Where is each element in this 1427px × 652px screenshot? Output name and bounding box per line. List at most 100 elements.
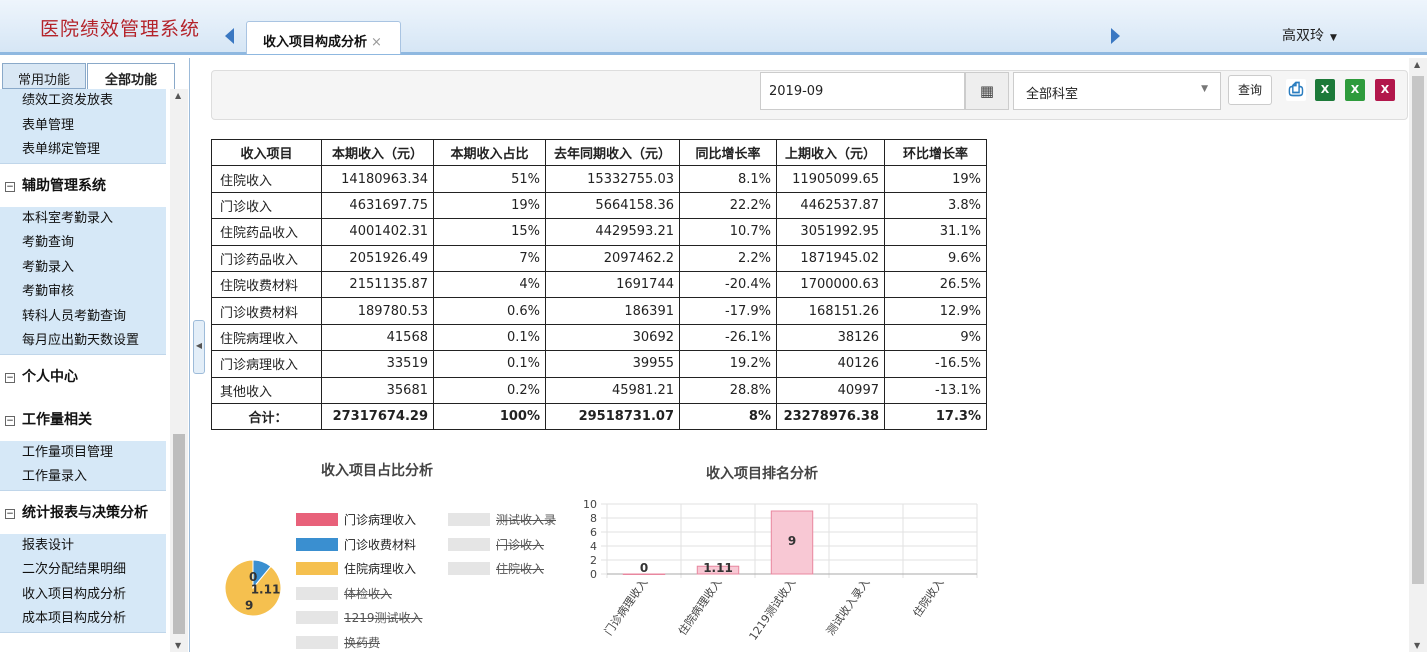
calendar-icon[interactable]: ▦	[965, 72, 1009, 110]
column-header: 环比增长率	[884, 138, 987, 167]
legend-swatch	[448, 562, 490, 575]
table-cell: 0.1%	[433, 323, 546, 352]
sidebar-scrollbar[interactable]: ▲ ▼	[170, 89, 188, 652]
table-cell: 1691744	[545, 270, 680, 299]
collapse-toggle-icon[interactable]: −	[5, 181, 15, 192]
sidebar-group-title[interactable]: − 辅助管理系统	[0, 163, 166, 207]
collapse-toggle-icon[interactable]: −	[5, 372, 15, 383]
sidebar-group-title[interactable]: − 工作量相关	[0, 397, 166, 441]
table-cell: 0.6%	[433, 297, 546, 325]
y-tick-label: 6	[590, 526, 597, 539]
table-cell: 8.1%	[679, 165, 777, 193]
x-tick-label: 1219测试收入	[746, 576, 799, 643]
user-menu[interactable]: 高双玲 ▼	[1282, 25, 1337, 45]
sidebar-item[interactable]: 本科室考勤录入	[0, 207, 166, 232]
sidebar-item[interactable]: 报表设计	[0, 534, 166, 559]
department-select[interactable]: 全部科室 ▼	[1013, 72, 1221, 110]
legend-label: 门诊收入	[496, 537, 545, 552]
sidebar-item[interactable]: 表单管理	[0, 114, 166, 139]
sidebar-item[interactable]: 工作量项目管理	[0, 441, 166, 466]
legend-swatch	[296, 635, 338, 649]
column-header: 同比增长率	[679, 138, 777, 167]
legend-swatch	[296, 586, 338, 600]
legend-item[interactable]: 1219测试收入	[296, 609, 423, 625]
sidebar-group-title[interactable]: − 个人中心	[0, 354, 166, 398]
scrollbar-thumb[interactable]	[173, 434, 185, 634]
scroll-down-icon[interactable]: ▼	[175, 641, 181, 650]
legend-item[interactable]: 换药费	[296, 634, 380, 650]
query-button[interactable]: 查询	[1228, 75, 1272, 105]
sidebar-group-label: 工作量相关	[22, 411, 92, 428]
legend-item[interactable]: 门诊病理收入	[296, 511, 416, 527]
table-cell: 30692	[545, 323, 680, 352]
filter-toolbar: ▦ 全部科室 ▼ 查询 ⎙ X X X	[211, 70, 1408, 120]
legend-swatch	[448, 513, 490, 526]
sidebar-item[interactable]: 绩效工资发放表	[0, 89, 166, 114]
sidebar-group-items: 工作量项目管理 工作量录入	[0, 440, 166, 491]
tab-all-functions[interactable]: 全部功能	[87, 63, 175, 89]
legend-label: 门诊病理收入	[344, 513, 417, 527]
user-name: 高双玲	[1282, 28, 1324, 44]
sidebar-item[interactable]: 考勤审核	[0, 280, 166, 305]
legend-label: 换药费	[344, 635, 381, 650]
table-cell: 28.8%	[679, 376, 777, 404]
sidebar-group: − 统计报表与决策分析 报表设计 二次分配结果明细 收入项目构成分析 成本项目构成分析	[0, 490, 166, 633]
sidebar-item[interactable]: 表单绑定管理	[0, 138, 166, 163]
sidebar-group-title[interactable]: − 统计报表与决策分析	[0, 490, 166, 534]
app-title: 医院绩效管理系统	[40, 18, 201, 40]
legend-swatch	[296, 537, 338, 551]
period-input[interactable]	[760, 72, 965, 110]
sidebar-item[interactable]: 考勤查询	[0, 231, 166, 256]
sidebar-item[interactable]: 二次分配结果明细	[0, 558, 166, 583]
tab-label: 收入项目构成分析	[263, 35, 368, 50]
sidebar-item[interactable]: 成本项目构成分析	[0, 607, 166, 632]
table-cell: 10.7%	[679, 218, 777, 246]
collapse-toggle-icon[interactable]: −	[5, 508, 15, 519]
print-icon[interactable]: ⎙	[1286, 79, 1306, 101]
scrollbar-thumb[interactable]	[1412, 76, 1424, 584]
legend-item[interactable]: 测试收入录	[448, 511, 556, 527]
collapse-toggle-icon[interactable]: −	[5, 415, 15, 426]
scroll-up-icon[interactable]: ▲	[175, 91, 181, 100]
sidebar-group-items: 本科室考勤录入 考勤查询 考勤录入 考勤审核 转科人员考勤查询 每月应出勤天数设置	[0, 206, 166, 355]
legend-item[interactable]: 住院收入	[448, 560, 544, 576]
excel-export-icon[interactable]: X	[1315, 79, 1335, 101]
export-icon[interactable]: X	[1375, 79, 1395, 101]
table-cell: -26.1%	[679, 323, 777, 352]
sidebar-item[interactable]: 考勤录入	[0, 256, 166, 281]
table-cell: 2151135.87	[321, 270, 434, 299]
scroll-up-icon[interactable]: ▲	[1414, 60, 1420, 69]
income-table: 收入项目 本期收入（元） 本期收入占比 去年同期收入（元） 同比增长率 上期收入（元） 环比…	[211, 138, 987, 431]
table-cell: 4462537.87	[776, 191, 885, 220]
legend-label: 1219测试收入	[344, 611, 423, 625]
excel-export-alt-icon[interactable]: X	[1345, 79, 1365, 101]
table-cell: 3051992.95	[776, 218, 885, 246]
table-cell: 38126	[776, 323, 885, 352]
x-tick-label: 测试收入录入	[823, 576, 872, 638]
tab-scroll-left-icon[interactable]	[225, 28, 234, 44]
table-row: 门诊病理收入 33519 0.1% 39955 19.2% 40126 -16.5%	[211, 350, 987, 378]
sidebar-item[interactable]: 每月应出勤天数设置	[0, 329, 166, 354]
tab-close-icon[interactable]: ×	[371, 35, 382, 50]
sidebar-item[interactable]: 转科人员考勤查询	[0, 305, 166, 330]
tab-common-functions[interactable]: 常用功能	[2, 63, 86, 89]
table-cell: 2051926.49	[321, 244, 434, 272]
legend-item[interactable]: 门诊收费材料	[296, 536, 416, 552]
legend-item[interactable]: 住院病理收入	[296, 560, 416, 576]
row-label: 其他收入	[211, 376, 322, 404]
tab-scroll-right-icon[interactable]	[1111, 28, 1120, 44]
sidebar-item[interactable]: 工作量录入	[0, 465, 166, 490]
table-row: 住院药品收入 4001402.31 15% 4429593.21 10.7% 305199…	[211, 218, 987, 246]
legend-label: 住院收入	[496, 562, 545, 576]
table-cell: 2097462.2	[545, 244, 680, 272]
tab-income-composition[interactable]: 收入项目构成分析 ×	[246, 21, 401, 54]
legend-item[interactable]: 体检收入	[296, 585, 392, 601]
bar-chart-title: 收入项目排名分析	[706, 466, 818, 482]
main-scrollbar[interactable]: ▲ ▼	[1409, 58, 1427, 652]
legend-item[interactable]: 门诊收入	[448, 536, 544, 552]
sidebar-item[interactable]: 收入项目构成分析	[0, 583, 166, 608]
scroll-down-icon[interactable]: ▼	[1414, 641, 1420, 650]
total-cell: 17.3%	[884, 402, 987, 431]
table-cell: 35681	[321, 376, 434, 404]
total-cell: 100%	[433, 402, 546, 431]
